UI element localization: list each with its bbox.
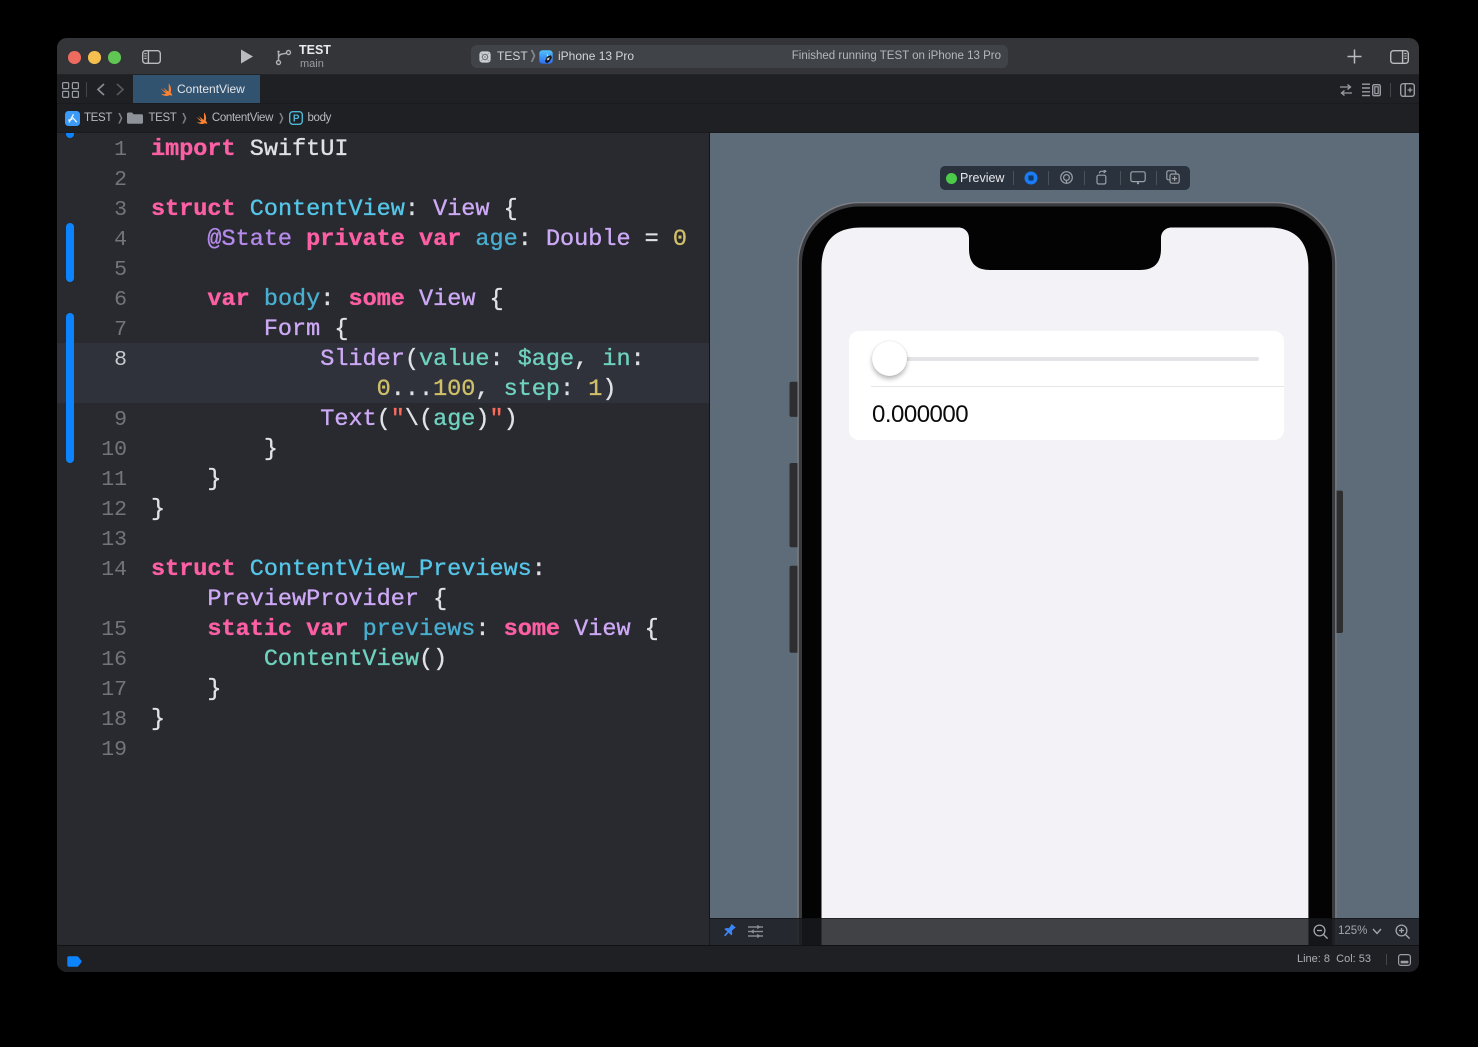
svg-text:P: P xyxy=(292,114,299,125)
